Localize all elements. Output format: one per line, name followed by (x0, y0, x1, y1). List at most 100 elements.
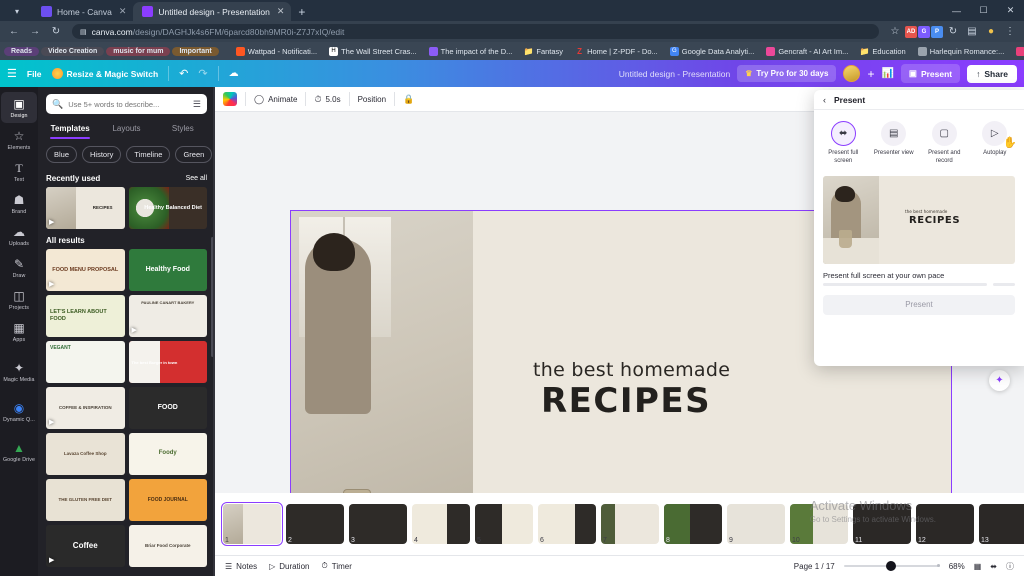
thumbnail-10[interactable]: 10 (790, 504, 848, 544)
tab-search-icon[interactable]: ▾ (4, 2, 30, 20)
extensions-puzzle-icon[interactable]: ▤ (963, 23, 981, 41)
browser-tab-1[interactable]: Untitled design - Presentation ✕ (133, 2, 292, 21)
present-and-record-option[interactable]: ▢ Present and record (919, 121, 970, 166)
design-title[interactable]: Untitled design - Presentation (619, 69, 731, 79)
template-card[interactable]: RECIPES ▶ (46, 187, 125, 229)
thumbnail-6[interactable]: 6 (538, 504, 596, 544)
filter-chip-history[interactable]: History (82, 146, 122, 163)
thumbnail-5[interactable]: 5 (475, 504, 533, 544)
template-card[interactable]: PAULINE CANART BAKERY ▶ (128, 295, 207, 337)
bookmark-item[interactable]: 📁 Education (855, 46, 910, 57)
filter-chip-blue[interactable]: Blue (46, 146, 78, 163)
search-box[interactable]: 🔍 ☰ (46, 94, 207, 114)
position-button[interactable]: Position (358, 95, 386, 104)
tab-templates[interactable]: Templates (42, 119, 98, 139)
bookmark-item[interactable]: G Google Data Analyti... (665, 46, 760, 57)
share-button[interactable]: ↑ Share (967, 64, 1017, 83)
bar-chart-icon[interactable]: 📊 (881, 68, 893, 79)
expand-icon[interactable]: ⬌ (990, 562, 997, 571)
history-icon[interactable]: ↻ (944, 23, 962, 41)
filter-chip-timeline[interactable]: Timeline (126, 146, 171, 163)
grid-view-icon[interactable]: ▦ (974, 562, 982, 571)
tab-styles[interactable]: Styles (155, 119, 211, 139)
thumbnail-9[interactable]: 9 (727, 504, 785, 544)
rail-item-text[interactable]: T Text (1, 156, 37, 187)
see-all-link[interactable]: See all (186, 175, 207, 182)
hamburger-icon[interactable]: ☰ (7, 67, 17, 80)
timer-button[interactable]: ⏱ Timer (321, 561, 351, 571)
search-input[interactable] (68, 99, 188, 109)
browser-tab-0[interactable]: Home - Canva ✕ (32, 2, 133, 21)
bookmark-item[interactable]: Wattpad - Notificati... (231, 46, 322, 57)
forward-icon[interactable]: → (26, 23, 44, 41)
present-button[interactable]: ▣ Present (900, 64, 961, 83)
chevron-left-icon[interactable]: ‹ (823, 95, 826, 105)
bookmark-item[interactable]: H The Wall Street Cras... (324, 46, 422, 57)
thumbnail-8[interactable]: 8 (664, 504, 722, 544)
rail-item-magic-media[interactable]: ✦ Magic Media (1, 356, 37, 387)
bookmark-item[interactable]: music for mum (106, 46, 171, 56)
rainbow-color-swatch[interactable] (223, 92, 237, 106)
present-full-screen-option[interactable]: ⬌ Present full screen (818, 121, 869, 166)
thumbnail-4[interactable]: 4 (412, 504, 470, 544)
back-icon[interactable]: ← (5, 23, 23, 41)
present-confirm-button[interactable]: Present (823, 294, 1015, 315)
extension-icon-1[interactable]: AD (905, 25, 917, 38)
template-card[interactable]: Healthy Balanced Diet (128, 187, 207, 229)
template-card[interactable]: THE GLUTEN FREE DIET (46, 479, 125, 521)
profile-avatar[interactable]: ● (982, 23, 1000, 41)
magic-wand-icon[interactable]: ✦ (989, 370, 1010, 391)
file-menu-button[interactable]: File (27, 69, 42, 79)
bookmark-item[interactable]: 📁 Fantasy (519, 46, 568, 57)
new-tab-button[interactable]: + (291, 5, 312, 21)
duration-button[interactable]: ▷ Duration (269, 562, 309, 571)
thumbnail-2[interactable]: 2 (286, 504, 344, 544)
minimize-button[interactable]: — (943, 0, 970, 21)
bookmark-item[interactable]: Harlequin Romance:... (913, 46, 1010, 57)
bookmark-item[interactable]: Reads (4, 46, 40, 56)
notes-button[interactable]: ☰ Notes (225, 562, 257, 571)
template-card[interactable]: Briar Food Corporate (128, 525, 207, 567)
zoom-slider[interactable] (843, 561, 940, 571)
template-card[interactable]: LET'S LEARN ABOUT FOOD (46, 295, 125, 337)
lock-button[interactable]: 🔒 (403, 94, 414, 105)
undo-icon[interactable]: ↶ (179, 67, 188, 80)
extension-icon-2[interactable]: G (918, 25, 930, 38)
thumbnail-3[interactable]: 3 (349, 504, 407, 544)
presenter-view-option[interactable]: ▤ Presenter view (869, 121, 920, 166)
template-card[interactable]: The best Burger in town (128, 341, 207, 383)
bookmark-item[interactable]: Important (172, 46, 219, 56)
thumbnail-1[interactable]: 1 (221, 502, 283, 546)
extension-icon-3[interactable]: P (931, 25, 943, 38)
rail-item-google-drive[interactable]: ▲ Google Drive (1, 436, 37, 467)
template-card[interactable]: FOOD JOURNAL (128, 479, 207, 521)
rail-item-elements[interactable]: ☆ Elements (1, 124, 37, 155)
rail-item-apps[interactable]: ▦ Apps (1, 316, 37, 347)
filter-chip-green[interactable]: Green (175, 146, 213, 163)
template-card[interactable]: COFFEE & INSPIRATION ▶ (46, 387, 125, 429)
close-window-button[interactable]: ✕ (997, 0, 1024, 21)
try-pro-button[interactable]: ♛ Try Pro for 30 days (737, 65, 837, 82)
rail-item-design[interactable]: ▣ Design (1, 92, 37, 123)
thumbnail-12[interactable]: 12 (916, 504, 974, 544)
animate-button[interactable]: ◯ Animate (254, 94, 297, 105)
rail-item-dynamic-qr[interactable]: ◉ Dynamic Q... (1, 396, 37, 427)
bookmark-item[interactable]: Free Download Books (1011, 46, 1024, 57)
slide-kicker-text[interactable]: the best homemade (533, 359, 730, 381)
add-collaborator-button[interactable]: + (867, 67, 874, 81)
sliders-icon[interactable]: ☰ (193, 99, 201, 110)
bookmark-star-icon[interactable]: ☆ (886, 23, 904, 41)
cloud-saved-icon[interactable]: ☁ (229, 68, 239, 79)
zoom-value[interactable]: 68% (949, 562, 965, 571)
duration-button[interactable]: ⏱ 5.0s (314, 94, 340, 105)
rail-item-uploads[interactable]: ☁ Uploads (1, 220, 37, 251)
bookmark-item[interactable]: Z Home | Z-PDF - Do... (570, 46, 663, 57)
rail-item-brand[interactable]: ☗ Brand (1, 188, 37, 219)
template-card[interactable]: Healthy Food (128, 249, 207, 291)
help-icon[interactable]: ⓘ (1006, 561, 1014, 572)
slide-title-text[interactable]: RECIPES (541, 381, 711, 421)
resize-magic-switch-button[interactable]: Resize & Magic Switch (51, 68, 158, 79)
bookmark-item[interactable]: The impact of the D... (424, 46, 518, 57)
template-card[interactable]: FOOD (128, 387, 207, 429)
bookmark-item[interactable]: Video Creation (41, 46, 105, 56)
